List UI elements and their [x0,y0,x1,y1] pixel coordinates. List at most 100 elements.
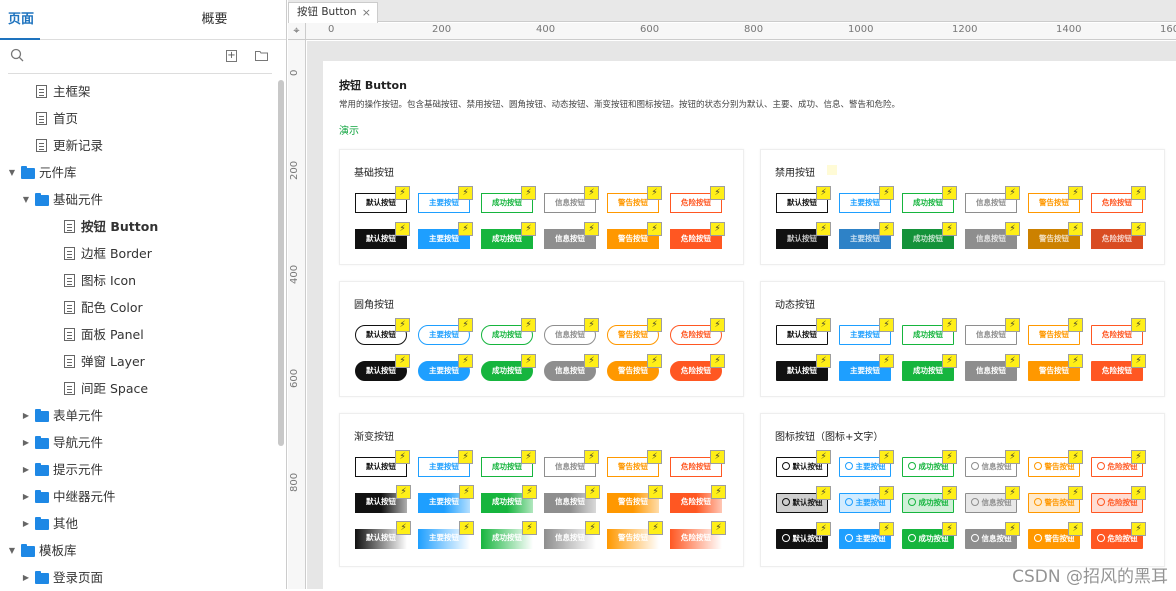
lightning-icon[interactable]: ⚡ [647,318,662,332]
lightning-icon[interactable]: ⚡ [942,354,957,368]
lightning-icon[interactable]: ⚡ [584,318,599,332]
lightning-icon[interactable]: ⚡ [648,521,663,535]
lightning-icon[interactable]: ⚡ [459,521,474,535]
danger-button[interactable]: 危险按钮 ⚡ [1091,186,1146,213]
primary-button[interactable]: 主要按钮 ⚡ [839,522,894,549]
chevron-right-icon[interactable]: ▶ [21,510,31,537]
lightning-icon[interactable]: ⚡ [816,318,831,332]
lightning-icon[interactable]: ⚡ [522,485,537,499]
danger-button[interactable]: 危险按钮 ⚡ [1091,450,1146,477]
tree-item[interactable]: 按钮 Button [0,213,278,240]
lightning-icon[interactable]: ⚡ [710,318,725,332]
success-button[interactable]: 成功按钮 ⚡ [902,450,957,477]
lightning-icon[interactable]: ⚡ [711,521,726,535]
lightning-icon[interactable]: ⚡ [711,485,726,499]
default-button[interactable]: 默认按钮 ⚡ [776,222,831,249]
info-button[interactable]: 信息按钮 ⚡ [544,485,600,513]
lightning-icon[interactable]: ⚡ [458,222,473,236]
lightning-icon[interactable]: ⚡ [584,450,599,464]
lightning-icon[interactable]: ⚡ [395,354,410,368]
lightning-icon[interactable]: ⚡ [710,222,725,236]
tree-item[interactable]: 图标 Icon [0,267,278,294]
lightning-icon[interactable]: ⚡ [1131,222,1146,236]
default-button[interactable]: 默认按钮 ⚡ [776,354,831,381]
chevron-down-icon[interactable]: ▼ [7,159,17,186]
danger-button[interactable]: 危险按钮 ⚡ [670,222,725,249]
lightning-icon[interactable]: ⚡ [521,222,536,236]
tree-item[interactable]: ▼ 基础元件 [0,186,278,213]
tree-item[interactable]: ▼ 元件库 [0,159,278,186]
lightning-icon[interactable]: ⚡ [816,222,831,236]
lightning-icon[interactable]: ⚡ [647,222,662,236]
primary-button[interactable]: 主要按钮 ⚡ [839,354,894,381]
lightning-icon[interactable]: ⚡ [816,186,831,200]
success-button[interactable]: 成功按钮 ⚡ [902,486,957,513]
tree-item[interactable]: ▶ 登录页面 [0,564,278,591]
success-button[interactable]: 成功按钮 ⚡ [481,450,536,477]
lightning-icon[interactable]: ⚡ [458,450,473,464]
primary-button[interactable]: 主要按钮 ⚡ [418,521,474,549]
lightning-icon[interactable]: ⚡ [396,521,411,535]
tree-item[interactable]: ▶ 提示元件 [0,456,278,483]
primary-button[interactable]: 主要按钮 ⚡ [418,186,473,213]
lightning-icon[interactable]: ⚡ [584,354,599,368]
lightning-icon[interactable]: ⚡ [521,186,536,200]
lightning-icon[interactable]: ⚡ [816,450,831,464]
lightning-icon[interactable]: ⚡ [1005,318,1020,332]
danger-button[interactable]: 危险按钮 ⚡ [1091,486,1146,513]
tree-item[interactable]: 弹窗 Layer [0,348,278,375]
danger-button[interactable]: 危险按钮 ⚡ [670,186,725,213]
tree-item[interactable]: 配色 Color [0,294,278,321]
default-button[interactable]: 默认按钮 ⚡ [776,186,831,213]
lightning-icon[interactable]: ⚡ [648,485,663,499]
info-button[interactable]: 信息按钮 ⚡ [544,521,600,549]
success-button[interactable]: 成功按钮 ⚡ [481,186,536,213]
success-button[interactable]: 成功按钮 ⚡ [481,354,536,381]
default-button[interactable]: 默认按钮 ⚡ [355,222,410,249]
warning-button[interactable]: 警告按钮 ⚡ [607,354,662,381]
lightning-icon[interactable]: ⚡ [1005,354,1020,368]
lightning-icon[interactable]: ⚡ [395,318,410,332]
primary-button[interactable]: 主要按钮 ⚡ [418,354,473,381]
tree-item[interactable]: 主框架 [0,78,278,105]
tree-item[interactable]: ▼ 模板库 [0,537,278,564]
sidebar-scrollbar[interactable] [278,80,284,446]
lightning-icon[interactable]: ⚡ [1005,450,1020,464]
default-button[interactable]: 默认按钮 ⚡ [355,186,410,213]
lightning-icon[interactable]: ⚡ [1131,354,1146,368]
lightning-icon[interactable]: ⚡ [942,222,957,236]
chevron-right-icon[interactable]: ▶ [21,564,31,591]
lightning-icon[interactable]: ⚡ [1131,486,1146,500]
warning-button[interactable]: 警告按钮 ⚡ [1028,318,1083,345]
info-button[interactable]: 信息按钮 ⚡ [544,318,599,345]
lightning-icon[interactable]: ⚡ [1068,318,1083,332]
lightning-icon[interactable]: ⚡ [395,186,410,200]
lightning-icon[interactable]: ⚡ [1005,222,1020,236]
lightning-icon[interactable]: ⚡ [396,485,411,499]
lightning-icon[interactable]: ⚡ [942,486,957,500]
success-button[interactable]: 成功按钮 ⚡ [902,354,957,381]
danger-button[interactable]: 危险按钮 ⚡ [670,318,725,345]
lightning-icon[interactable]: ⚡ [942,450,957,464]
tree-item[interactable]: ▶ 表单元件 [0,402,278,429]
info-button[interactable]: 信息按钮 ⚡ [965,486,1020,513]
lightning-icon[interactable]: ⚡ [710,186,725,200]
lightning-icon[interactable]: ⚡ [1005,186,1020,200]
lightning-icon[interactable]: ⚡ [879,486,894,500]
warning-button[interactable]: 警告按钮 ⚡ [1028,186,1083,213]
tree-item[interactable]: 首页 [0,105,278,132]
lightning-icon[interactable]: ⚡ [1068,486,1083,500]
info-button[interactable]: 信息按钮 ⚡ [965,318,1020,345]
lightning-icon[interactable]: ⚡ [879,222,894,236]
success-button[interactable]: 成功按钮 ⚡ [481,222,536,249]
add-page-icon[interactable]: + [226,50,237,62]
lightning-icon[interactable]: ⚡ [458,186,473,200]
warning-button[interactable]: 警告按钮 ⚡ [607,521,663,549]
chevron-down-icon[interactable]: ▼ [21,186,31,213]
primary-button[interactable]: 主要按钮 ⚡ [839,318,894,345]
danger-button[interactable]: 危险按钮 ⚡ [1091,354,1146,381]
lightning-icon[interactable]: ⚡ [647,450,662,464]
warning-button[interactable]: 警告按钮 ⚡ [1028,354,1083,381]
info-button[interactable]: 信息按钮 ⚡ [544,222,599,249]
warning-button[interactable]: 警告按钮 ⚡ [1028,222,1083,249]
